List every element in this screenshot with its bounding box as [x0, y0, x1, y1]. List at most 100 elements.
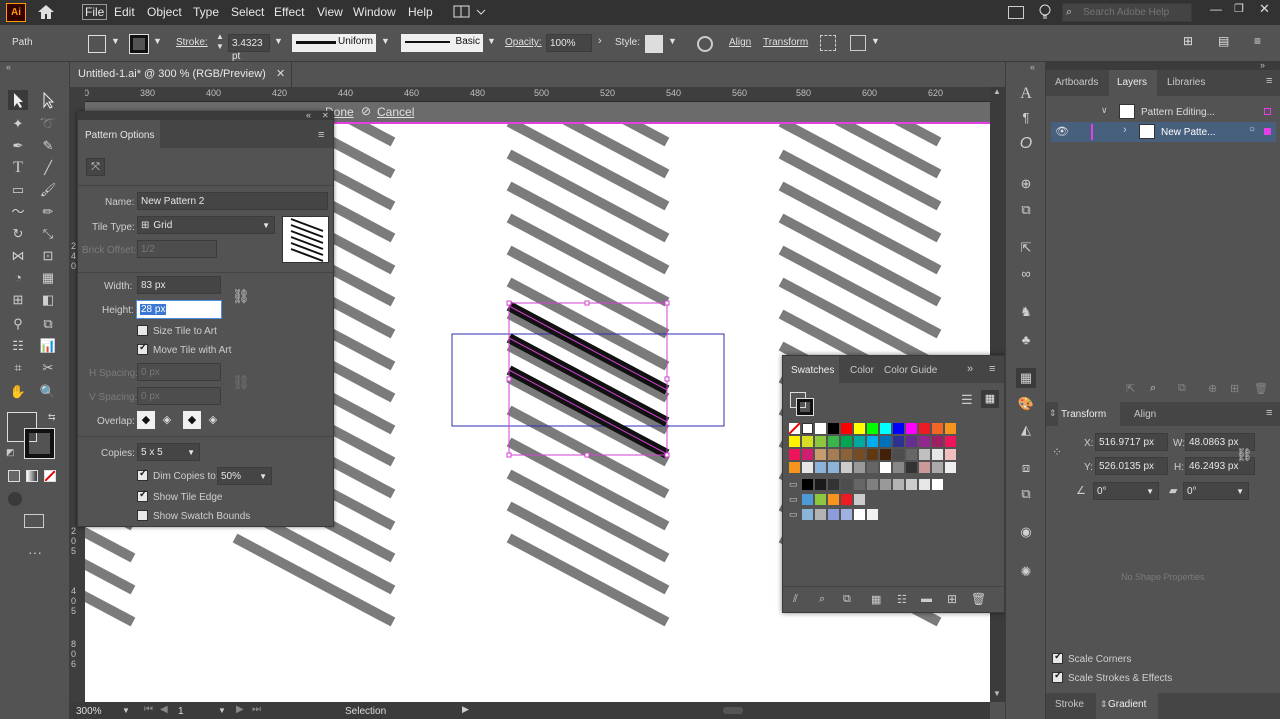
swatch[interactable]: [945, 436, 956, 447]
target-circle-icon[interactable]: ○: [1249, 124, 1255, 135]
pencil-tool-icon[interactable]: ✏: [38, 202, 58, 222]
list-view-icon[interactable]: ☰: [961, 392, 973, 408]
swatch[interactable]: [945, 449, 956, 460]
default-colors-icon[interactable]: ◩: [6, 447, 15, 458]
direct-selection-tool-icon[interactable]: [38, 90, 58, 110]
swatch[interactable]: [932, 436, 943, 447]
artboard-tool-icon[interactable]: ⌗: [8, 358, 28, 378]
swatch[interactable]: [893, 449, 904, 460]
swatch[interactable]: [815, 423, 826, 434]
swatch[interactable]: [828, 449, 839, 460]
panel-menu-icon[interactable]: ≡: [1266, 75, 1272, 87]
workspace-switcher-icon[interactable]: [453, 5, 489, 19]
swatch[interactable]: [867, 449, 878, 460]
width-tool-icon[interactable]: ⋈: [8, 246, 28, 266]
symbol-sprayer-tool-icon[interactable]: ☷: [8, 336, 28, 356]
swatch[interactable]: [880, 436, 891, 447]
puppet-icon[interactable]: ♞: [1016, 302, 1036, 322]
swatch[interactable]: [880, 462, 891, 473]
swatch[interactable]: [828, 479, 839, 490]
menu-help[interactable]: Help: [408, 5, 433, 19]
horizontal-ruler[interactable]: 0 380 400 420 440 460 480 500 520 540 56…: [70, 87, 990, 102]
swatch[interactable]: [854, 436, 865, 447]
swatch[interactable]: [906, 462, 917, 473]
more-tools-icon[interactable]: ···: [28, 544, 42, 560]
previous-artboard-icon[interactable]: ◀: [160, 704, 168, 715]
swatch[interactable]: [854, 494, 865, 505]
move-tile-with-art-checkbox[interactable]: [137, 342, 148, 355]
chevron-down-icon[interactable]: ▼: [668, 36, 677, 46]
gradient-tool-icon[interactable]: ◧: [38, 290, 58, 310]
tab-libraries[interactable]: Libraries: [1167, 77, 1205, 88]
magic-wand-tool-icon[interactable]: ✦: [8, 114, 28, 134]
swatch[interactable]: [854, 423, 865, 434]
chevron-down-icon[interactable]: ▼: [111, 36, 120, 46]
rotate-field[interactable]: 0° ▼: [1093, 482, 1159, 500]
swatch[interactable]: [919, 462, 930, 473]
opentype-panel-icon[interactable]: O: [1016, 134, 1036, 154]
zoom-tool-icon[interactable]: 🔍: [38, 382, 58, 402]
swatch[interactable]: [841, 494, 852, 505]
swatch[interactable]: [906, 479, 917, 490]
export-panel-icon[interactable]: ⇱: [1016, 238, 1036, 258]
swatch[interactable]: [932, 449, 943, 460]
menu-edit[interactable]: Edit: [114, 5, 135, 19]
screen-mode-icon[interactable]: [24, 514, 44, 528]
swatch[interactable]: [854, 509, 865, 520]
swatch[interactable]: [841, 423, 852, 434]
overlap-right-icon[interactable]: ◈: [158, 411, 176, 429]
swatch[interactable]: [788, 422, 801, 435]
copies-select[interactable]: 5 x 5 ▼: [137, 443, 200, 461]
chevron-down-icon[interactable]: ▼: [218, 706, 226, 715]
swatch[interactable]: [880, 479, 891, 490]
collapse-arrow-icon[interactable]: ⇕: [1049, 408, 1057, 419]
swatch[interactable]: [932, 479, 943, 490]
swatch[interactable]: [828, 462, 839, 473]
show-swatch-bounds-checkbox[interactable]: [137, 510, 148, 521]
stepper-icon[interactable]: ▲ ▼: [216, 32, 224, 52]
swatch[interactable]: [802, 479, 813, 490]
lasso-tool-icon[interactable]: ➰: [38, 114, 58, 134]
expand-icon[interactable]: »: [967, 363, 973, 375]
chevron-down-icon[interactable]: ▼: [487, 36, 496, 46]
swatch[interactable]: [815, 449, 826, 460]
swatch[interactable]: [828, 509, 839, 520]
panel-menu-icon[interactable]: ≡: [989, 363, 995, 375]
symbols-panel-icon[interactable]: ♣: [1016, 330, 1036, 350]
panel-menu-icon[interactable]: ≡: [318, 129, 324, 141]
scroll-down-icon[interactable]: ▼: [993, 689, 1001, 698]
collapse-icon[interactable]: «: [306, 110, 311, 120]
show-tile-edge-checkbox[interactable]: [137, 489, 148, 502]
next-artboard-icon[interactable]: ▶: [236, 704, 244, 715]
search-input[interactable]: [1083, 5, 1189, 20]
swatch[interactable]: [828, 436, 839, 447]
opacity-field[interactable]: 100%: [546, 34, 592, 52]
new-sublayer-icon[interactable]: ⊕: [1208, 382, 1217, 395]
swatch[interactable]: [802, 509, 813, 520]
swatch[interactable]: [789, 436, 800, 447]
free-transform-tool-icon[interactable]: ⊡: [38, 246, 58, 266]
swatch[interactable]: [815, 509, 826, 520]
pattern-tile-tool-icon[interactable]: ⤧: [86, 158, 105, 176]
swatch[interactable]: [802, 436, 813, 447]
delete-layer-icon[interactable]: 🗑: [1254, 382, 1268, 395]
search-field[interactable]: ⌕: [1062, 3, 1192, 22]
panel-toggle-icon[interactable]: ▤: [1218, 34, 1229, 48]
cancel-button[interactable]: Cancel: [377, 105, 414, 119]
panel-grip[interactable]: « ✕: [78, 110, 333, 120]
dim-copies-select[interactable]: 50% ▼: [217, 467, 272, 485]
chevron-down-icon[interactable]: ∨: [1101, 105, 1108, 116]
lightbulb-icon[interactable]: [1038, 4, 1052, 20]
reference-point-icon[interactable]: ⁘: [1052, 445, 1068, 461]
show-kinds-icon[interactable]: ▦: [871, 593, 881, 606]
rectangle-tool-icon[interactable]: ▭: [8, 180, 28, 200]
tab-align[interactable]: Align: [1134, 409, 1156, 420]
tab-color[interactable]: Color: [850, 365, 874, 376]
draw-mode-icon[interactable]: [8, 492, 22, 506]
tab-stroke[interactable]: Stroke: [1055, 699, 1084, 710]
swatch[interactable]: [815, 462, 826, 473]
stroke-color-box[interactable]: [24, 428, 55, 459]
collapse-icon[interactable]: «: [1030, 62, 1035, 72]
swatches-panel-icon[interactable]: ▦: [1016, 368, 1036, 388]
shape-builder-tool-icon[interactable]: ◔: [8, 268, 28, 288]
